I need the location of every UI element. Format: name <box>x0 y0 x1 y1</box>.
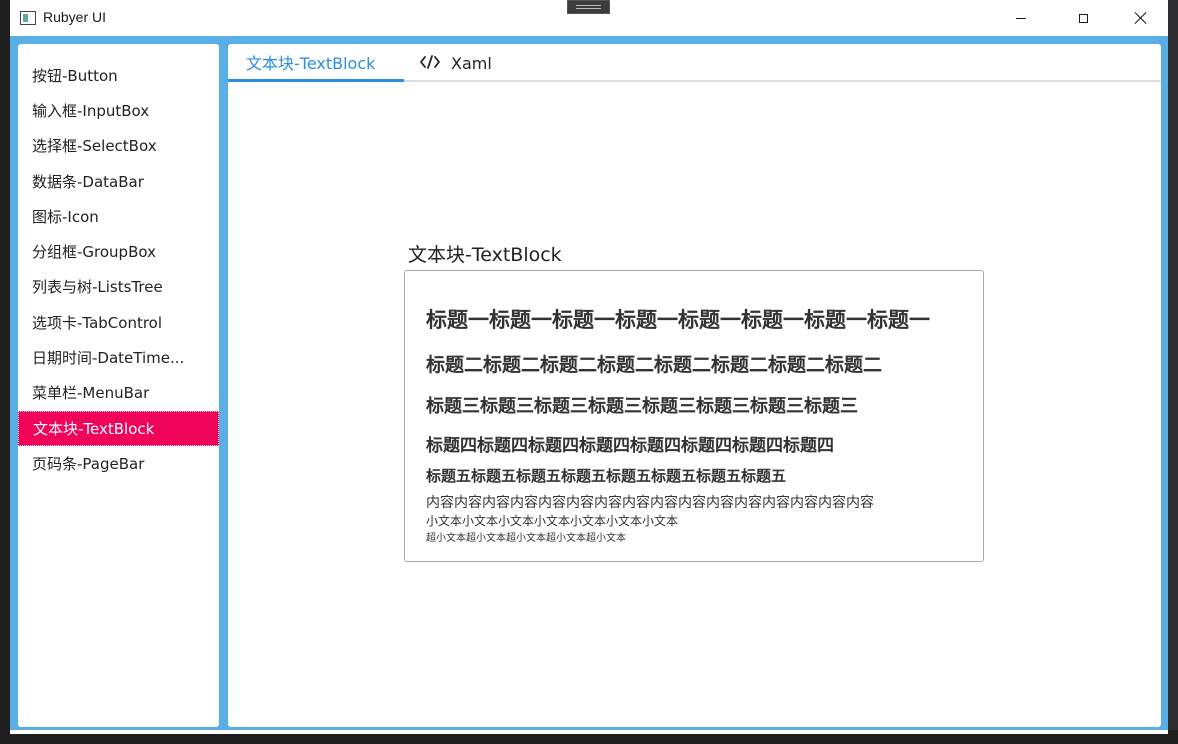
tab-bar: 文本块-TextBlock Xaml <box>228 44 1161 82</box>
grip-line <box>576 8 601 9</box>
heading-1-text: 标题一标题一标题一标题一标题一标题一标题一标题一 <box>426 308 930 332</box>
heading-5-text: 标题五标题五标题五标题五标题五标题五标题五标题五 <box>426 467 787 485</box>
textblock-group-box: 标题一标题一标题一标题一标题一标题一标题一标题一 标题二标题二标题二标题二标题二… <box>404 270 984 562</box>
sidebar-item-label: 数据条-DataBar <box>32 173 144 191</box>
sidebar-item-label: 页码条-PageBar <box>32 455 145 473</box>
sidebar-item-button[interactable]: 按钮-Button <box>18 58 219 93</box>
tab-textblock[interactable]: 文本块-TextBlock <box>228 44 404 82</box>
sidebar-item-textblock[interactable]: 文本块-TextBlock <box>18 411 219 446</box>
group-title: 文本块-TextBlock <box>408 244 562 266</box>
content-text: 内容内容内容内容内容内容内容内容内容内容内容内容内容内容内容内容 <box>426 495 874 511</box>
drag-grip-handle[interactable] <box>567 0 610 14</box>
extra-small-text: 超小文本超小文本超小文本超小文本超小文本 <box>426 533 626 544</box>
sidebar-item-label: 菜单栏-MenuBar <box>32 384 150 402</box>
grip-line <box>576 5 601 6</box>
sidebar-item-label: 按钮-Button <box>32 67 118 85</box>
maximize-icon <box>1078 13 1088 23</box>
client-area: 按钮-Button 输入框-InputBox 选择框-SelectBox 数据条… <box>10 36 1168 730</box>
sidebar-item-label: 输入框-InputBox <box>32 102 150 120</box>
background-ide-right <box>1168 0 1178 744</box>
heading-2-text: 标题二标题二标题二标题二标题二标题二标题二标题二 <box>426 354 883 376</box>
sidebar-item-datetime[interactable]: 日期时间-DateTime... <box>18 340 219 375</box>
sidebar-item-pagebar[interactable]: 页码条-PageBar <box>18 446 219 481</box>
sidebar-item-label: 图标-Icon <box>32 208 99 226</box>
close-icon <box>1135 12 1147 24</box>
sidebar-item-menubar[interactable]: 菜单栏-MenuBar <box>18 375 219 410</box>
close-button[interactable] <box>1118 0 1164 36</box>
sidebar-item-databar[interactable]: 数据条-DataBar <box>18 164 219 199</box>
app-window: Rubyer UI 按钮-Button 输入框-InputBox 选择框-Sel… <box>10 0 1168 734</box>
minimize-icon <box>1016 17 1026 19</box>
sidebar-item-label: 日期时间-DateTime... <box>32 349 185 367</box>
app-icon <box>20 11 36 25</box>
sidebar-item-inputbox[interactable]: 输入框-InputBox <box>18 93 219 128</box>
code-icon <box>420 54 442 73</box>
maximize-button[interactable] <box>1060 0 1106 36</box>
sidebar-item-label: 文本块-TextBlock <box>33 420 155 438</box>
sidebar-item-label: 分组框-GroupBox <box>32 243 156 261</box>
sidebar-nav: 按钮-Button 输入框-InputBox 选择框-SelectBox 数据条… <box>18 44 219 727</box>
small-text: 小文本小文本小文本小文本小文本小文本小文本 <box>426 514 679 528</box>
sidebar-item-liststree[interactable]: 列表与树-ListsTree <box>18 269 219 304</box>
sidebar-item-label: 选项卡-TabControl <box>32 314 163 332</box>
tab-label: 文本块-TextBlock <box>246 53 376 73</box>
minimize-button[interactable] <box>998 0 1044 36</box>
sidebar-item-selectbox[interactable]: 选择框-SelectBox <box>18 128 219 163</box>
window-title: Rubyer UI <box>43 9 107 25</box>
sidebar-item-groupbox[interactable]: 分组框-GroupBox <box>18 234 219 269</box>
heading-4-text: 标题四标题四标题四标题四标题四标题四标题四标题四 <box>426 436 834 456</box>
heading-3-text: 标题三标题三标题三标题三标题三标题三标题三标题三 <box>426 396 858 417</box>
content-panel: 文本块-TextBlock Xaml 文本块-TextBlock 标题一标题一标… <box>228 44 1161 727</box>
sidebar-item-label: 列表与树-ListsTree <box>32 278 163 296</box>
background-ide-left <box>0 0 10 744</box>
tab-label: Xaml <box>451 53 492 73</box>
sidebar-item-icon[interactable]: 图标-Icon <box>18 199 219 234</box>
tab-xaml[interactable]: Xaml <box>420 44 510 82</box>
sidebar-item-label: 选择框-SelectBox <box>32 137 157 155</box>
sidebar-item-tabcontrol[interactable]: 选项卡-TabControl <box>18 305 219 340</box>
